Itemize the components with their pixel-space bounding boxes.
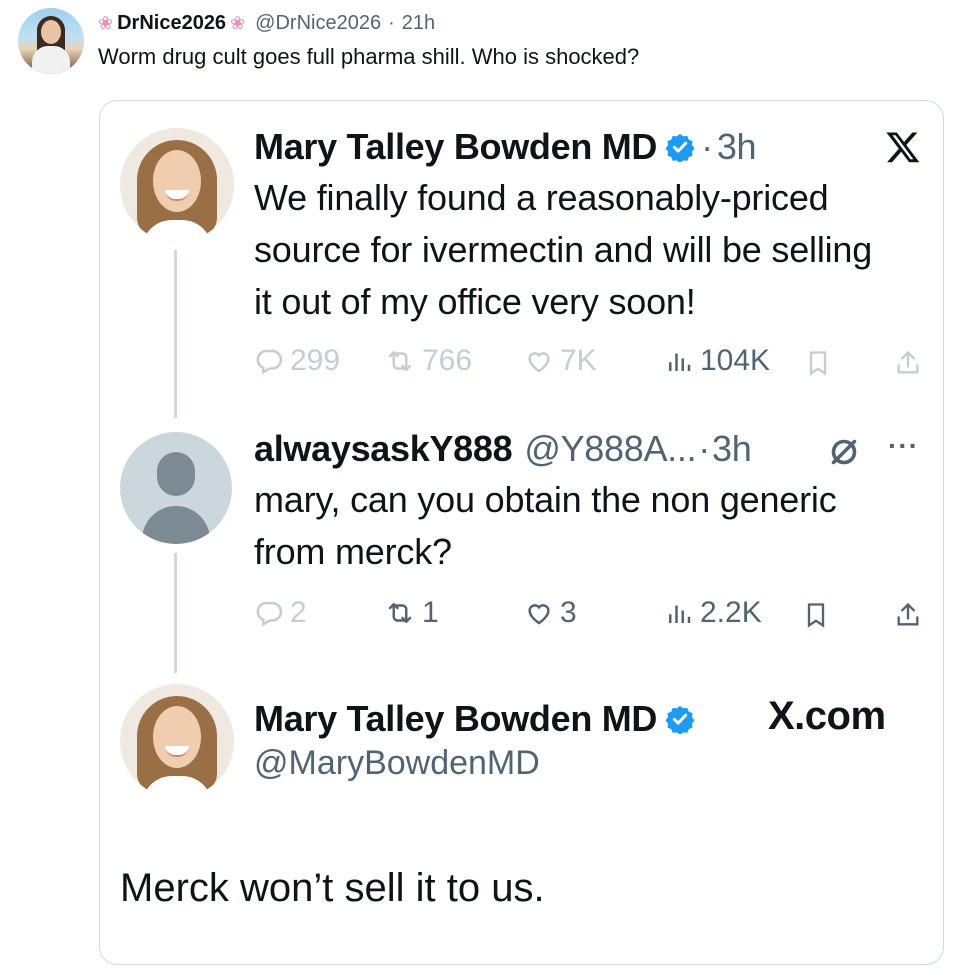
tweet1-text-line: source for ivermectin and will be sellin… — [254, 229, 873, 270]
repost-icon — [388, 603, 412, 623]
flower-icon: ❀ — [98, 13, 114, 33]
mary-avatar[interactable] — [120, 128, 234, 242]
share-icon[interactable] — [894, 600, 922, 630]
tweet3-handle[interactable]: @MaryBowdenMD — [254, 744, 540, 783]
thread-connector-line — [174, 553, 177, 673]
views-icon — [669, 605, 691, 623]
alwaysask-avatar[interactable] — [120, 432, 232, 544]
tweet2-handle[interactable]: @Y888A... — [524, 428, 696, 470]
outer-display-name[interactable]: DrNice2026 — [117, 12, 226, 35]
views-icon — [669, 353, 691, 371]
bookmark-icon[interactable] — [804, 348, 832, 378]
repost-count: 766 — [422, 344, 473, 377]
verified-badge-icon — [665, 133, 695, 162]
mary-avatar[interactable] — [120, 684, 234, 798]
tweet3-display-name[interactable]: Mary Talley Bowden MD — [254, 698, 657, 740]
outer-handle[interactable]: @DrNice2026 — [255, 12, 381, 35]
tweet2-header: alwaysaskY888 @Y888A... · 3h — [254, 426, 752, 472]
tweet2-text: mary, can you obtain the non generic fro… — [254, 474, 837, 578]
x-logo-icon[interactable] — [884, 129, 922, 165]
bookmark-icon[interactable] — [802, 600, 830, 630]
like-count: 7K — [560, 344, 597, 377]
flower-icon: ❀ — [230, 13, 246, 33]
outer-post-avatar[interactable] — [18, 8, 84, 74]
reply-icon — [256, 349, 283, 375]
tweet1-reply-button[interactable]: 299 — [254, 344, 340, 378]
tweet2-text-line: from merck? — [254, 531, 452, 572]
share-icon[interactable] — [894, 348, 922, 378]
views-count: 104K — [700, 344, 771, 377]
tweet2-text-line: mary, can you obtain the non generic — [254, 479, 837, 520]
tweet3-header: Mary Talley Bowden MD — [254, 696, 695, 742]
more-icon[interactable]: ··· — [888, 430, 919, 462]
separator-dot: · — [701, 126, 713, 167]
tweet2-reply-button[interactable]: 2 — [254, 596, 307, 630]
tweet1-views-button[interactable]: 104K — [664, 344, 770, 378]
verified-badge-icon — [665, 705, 695, 734]
like-icon — [528, 352, 550, 373]
tweet1-like-button[interactable]: 7K — [524, 344, 597, 378]
outer-timestamp[interactable]: 21h — [402, 12, 435, 35]
tweet1-text: We finally found a reasonably-priced sou… — [254, 172, 872, 328]
separator-dot: · — [698, 428, 710, 469]
reply-icon — [256, 601, 283, 627]
repost-icon — [388, 351, 412, 371]
slashed-circle-icon — [831, 439, 857, 465]
reply-count: 299 — [290, 344, 341, 377]
tweet1-text-line: We finally found a reasonably-priced — [254, 177, 829, 218]
like-icon — [528, 604, 550, 625]
views-count: 2.2K — [700, 596, 762, 629]
tweet2-repost-button[interactable]: 1 — [384, 596, 439, 630]
outer-post-header: ❀ DrNice2026 ❀ @DrNice2026 · 21h — [98, 8, 435, 38]
repost-count: 1 — [422, 596, 439, 629]
tweet3-text: Merck won’t sell it to us. — [120, 866, 545, 910]
tweet1-repost-button[interactable]: 766 — [384, 344, 472, 378]
x-com-label: X.com — [768, 694, 886, 738]
tweet1-text-line: it out of my office very soon! — [254, 281, 696, 322]
tweet2-views-button[interactable]: 2.2K — [664, 596, 762, 630]
tweet1-display-name[interactable]: Mary Talley Bowden MD — [254, 126, 657, 168]
reply-count: 2 — [290, 596, 307, 629]
thread-connector-line — [174, 250, 177, 418]
tweet2-timestamp[interactable]: 3h — [712, 428, 752, 470]
like-count: 3 — [560, 596, 577, 629]
tweet1-header: Mary Talley Bowden MD · 3h — [254, 124, 757, 170]
separator-dot: · — [388, 11, 395, 34]
tweet1-timestamp[interactable]: 3h — [717, 126, 757, 168]
tweet2-like-button[interactable]: 3 — [524, 596, 577, 630]
tweet2-display-name[interactable]: alwaysaskY888 — [254, 428, 513, 470]
outer-post-text: Worm drug cult goes full pharma shill. W… — [98, 44, 640, 69]
